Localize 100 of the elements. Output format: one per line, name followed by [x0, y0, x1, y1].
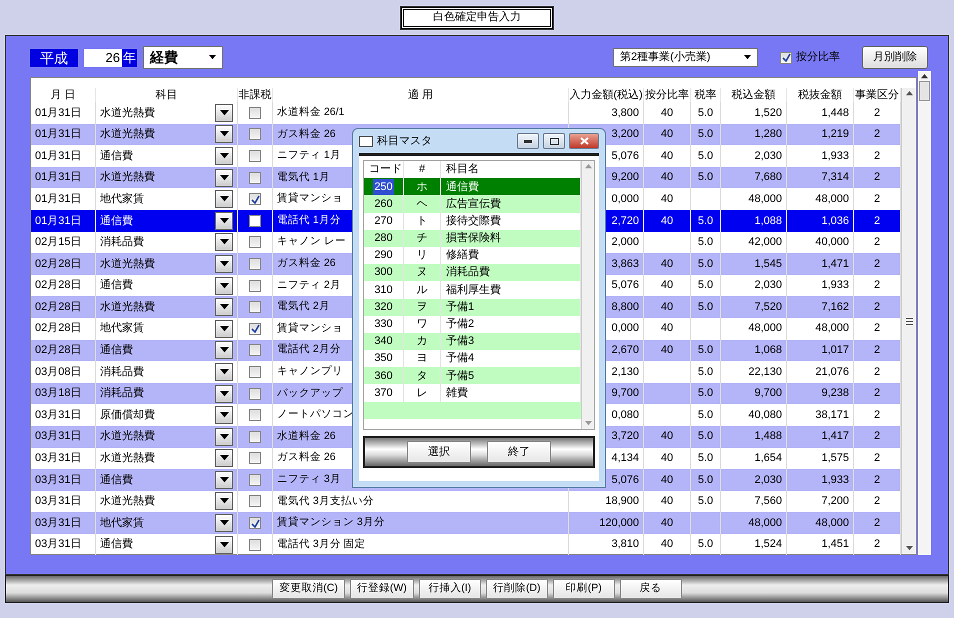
table-cell-text: 2: [874, 451, 880, 466]
table-cell-text: 02月15日: [35, 235, 82, 250]
table-cell-text: 18,900: [605, 494, 639, 510]
table-cell-text: ガス料金 26: [277, 256, 336, 272]
table-cell-text: 9,700: [611, 386, 639, 402]
table-cell-text: 1,933: [821, 148, 849, 164]
table-cell-text: 通信費: [100, 214, 133, 229]
list-cell-text: 270: [374, 214, 393, 229]
table-cell-text: 通信費: [100, 536, 133, 552]
table-cell-text: 01月31日: [35, 148, 82, 164]
table-cell-text: 水道光熱費: [100, 300, 155, 315]
list-cell-text: 330: [374, 317, 393, 332]
table-cell-text: 1,933: [821, 472, 849, 488]
list-cell-text: ヲ: [416, 300, 428, 315]
table-cell-text: 38,171: [815, 408, 849, 423]
table-cell-text: 水道光熱費: [100, 494, 155, 510]
table-cell-text: 02月28日: [35, 256, 82, 272]
table-cell-text: 賃貸マンショ: [277, 320, 343, 336]
table-cell-text: 1,417: [821, 429, 849, 444]
table-cell-text: 03月31日: [35, 472, 82, 488]
table-cell-text: 5.0: [698, 170, 714, 186]
table-cell-text: 03月31日: [35, 408, 82, 423]
table-cell-text: 48,000: [815, 192, 849, 207]
table-cell-text: 5.0: [698, 343, 714, 358]
list-cell-text: ヘ: [416, 196, 428, 212]
table-cell-text: 120,000: [599, 516, 639, 531]
table-cell-text: 電話代 2月分: [277, 342, 341, 358]
year-unit-label: 年: [122, 48, 137, 66]
column-header: 適 用: [273, 88, 569, 102]
list-cell-text: ワ: [416, 317, 428, 332]
column-header: 月 日: [31, 88, 96, 102]
table-cell-text: 2: [874, 516, 880, 531]
table-cell-text: キャノン レー: [277, 234, 346, 250]
table-cell-text: 5.0: [698, 106, 714, 121]
table-cell-text: 0,080: [611, 408, 639, 423]
table-cell-text: 1,524: [754, 537, 782, 552]
table-cell-text: 40: [660, 429, 674, 444]
table-cell-text: 1,488: [754, 429, 782, 444]
table-cell-text: バックアップ: [277, 386, 343, 401]
list-cell-text: 予備2: [446, 317, 474, 332]
table-cell-text: 8,800: [611, 300, 639, 315]
table-cell-text: 1,933: [821, 278, 849, 294]
list-cell-text: ル: [416, 282, 428, 298]
table-cell-text: 2: [874, 127, 880, 142]
table-cell-text: 7,520: [754, 300, 782, 315]
table-cell-text: 48,000: [815, 516, 849, 531]
table-cell-text: 1,520: [754, 106, 782, 121]
table-cell-text: 5.0: [698, 451, 714, 466]
table-cell-text: 5.0: [698, 472, 714, 488]
table-cell-text: 40,000: [815, 235, 849, 250]
table-cell-text: 1,088: [754, 214, 782, 229]
table-cell-text: 2: [874, 256, 880, 272]
table-cell-text: 5.0: [698, 148, 714, 164]
table-cell-text: 3,720: [611, 429, 639, 444]
table-cell-text: 7,200: [821, 494, 849, 510]
table-cell-text: 40: [660, 516, 674, 531]
table-cell-text: 48,000: [748, 321, 782, 336]
table-cell-text: 5.0: [698, 364, 714, 380]
table-cell-text: 2: [874, 537, 880, 552]
column-header: 科目: [96, 88, 238, 102]
table-cell-text: 通信費: [100, 278, 133, 294]
table-cell-text: 4,134: [611, 451, 639, 466]
table-cell-text: 通信費: [100, 342, 133, 358]
list-cell-text: 280: [374, 231, 393, 246]
table-cell-text: 40: [660, 537, 674, 552]
era-label: 平成: [30, 48, 78, 66]
table-cell-text: 2: [874, 170, 880, 186]
table-cell-text: 1,545: [754, 256, 782, 272]
list-cell-text: 広告宣伝費: [446, 196, 501, 212]
column-header: 税率: [691, 88, 721, 102]
table-cell-text: 2: [874, 364, 880, 380]
table-cell-text: キャノンプリ: [277, 364, 343, 380]
table-cell-text: 40: [660, 192, 674, 207]
table-cell-text: 1,036: [821, 214, 849, 229]
table-cell-text: 通信費: [100, 148, 133, 164]
table-cell-text: 2: [874, 321, 880, 336]
table-cell-text: 水道光熱費: [100, 450, 155, 466]
table-cell-text: 1,448: [821, 106, 849, 121]
table-cell-text: 40: [660, 106, 674, 121]
table-cell-text: 2,030: [754, 472, 782, 488]
table-cell-text: ガス料金 26: [277, 126, 336, 142]
list-cell-text: 360: [374, 368, 393, 384]
table-cell-text: 40,080: [748, 408, 782, 423]
table-cell-text: 9,238: [821, 386, 849, 402]
table-cell-text: 5.0: [698, 127, 714, 142]
table-cell-text: 7,162: [821, 300, 849, 315]
table-cell-text: 5.0: [698, 494, 714, 510]
table-cell-text: 03月31日: [35, 429, 82, 444]
table-cell-text: 40: [660, 127, 674, 142]
table-cell-text: ニフティ 3月: [277, 472, 341, 488]
table-cell-text: 2: [874, 494, 880, 510]
table-cell-text: 賃貸マンショ: [277, 191, 343, 206]
table-cell-text: 02月28日: [35, 278, 82, 294]
table-cell-text: 2: [874, 214, 880, 229]
table-cell-text: 2,670: [611, 343, 639, 358]
table-cell-text: 地代家賃: [100, 192, 144, 207]
list-cell-text: ホ: [416, 180, 428, 195]
table-cell-text: 1,575: [821, 451, 849, 466]
table-cell-text: 消耗品費: [100, 364, 144, 380]
column-header: 入力金額(税込): [569, 88, 644, 102]
